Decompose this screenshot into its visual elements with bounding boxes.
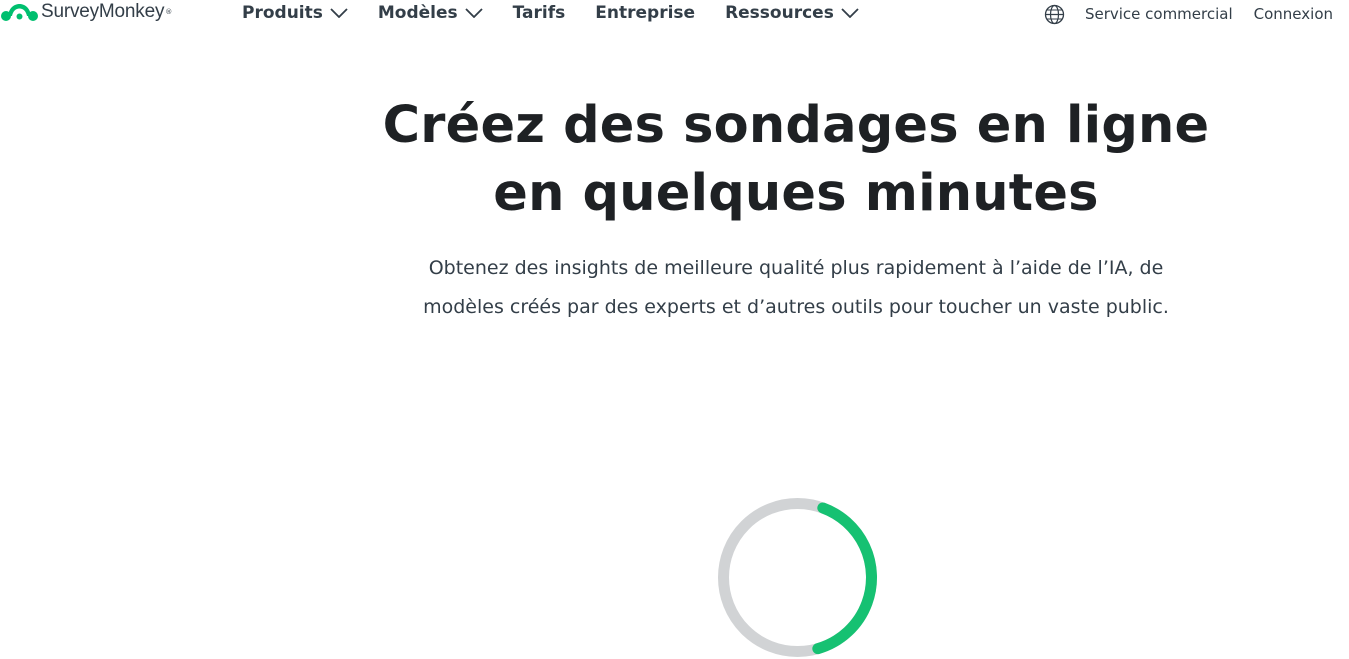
chevron-down-icon bbox=[841, 8, 859, 18]
hero-subtitle-line-1: Obtenez des insights de meilleure qualit… bbox=[428, 257, 1164, 279]
surveymonkey-logo-icon bbox=[1, 4, 38, 21]
login-link[interactable]: Connexion bbox=[1254, 3, 1333, 25]
nav-utilities: Service commercial Connexion bbox=[1044, 3, 1333, 25]
main-menu: Produits Modèles Tarifs Entreprise Resso… bbox=[242, 2, 889, 24]
hero-subtitle: Obtenez des insights de meilleure qualit… bbox=[376, 249, 1216, 327]
nav-item-label: Entreprise bbox=[595, 3, 696, 23]
hero-title-line-2: en quelques minutes bbox=[493, 164, 1099, 223]
sales-link[interactable]: Service commercial bbox=[1085, 3, 1233, 25]
spinner-progress-arc bbox=[718, 498, 877, 657]
hero-title: Créez des sondages en ligne en quelques … bbox=[346, 92, 1246, 228]
hero-subtitle-line-2: modèles créés par des experts et d’autre… bbox=[423, 296, 1169, 318]
nav-item-ressources[interactable]: Ressources bbox=[725, 2, 859, 24]
nav-item-modeles[interactable]: Modèles bbox=[378, 2, 483, 24]
nav-item-produits[interactable]: Produits bbox=[242, 2, 348, 24]
chevron-down-icon bbox=[330, 8, 348, 18]
brand-name: SurveyMonkey bbox=[41, 1, 165, 22]
nav-item-label: Produits bbox=[242, 3, 323, 23]
registered-mark: ® bbox=[165, 8, 173, 16]
loading-spinner-icon bbox=[718, 498, 877, 657]
brand-logo-link[interactable]: SurveyMonkey ® bbox=[0, 1, 172, 23]
nav-item-tarifs[interactable]: Tarifs bbox=[513, 2, 566, 24]
top-navbar: SurveyMonkey ® Produits Modèles Tarifs En… bbox=[0, 0, 1349, 30]
nav-item-label: Ressources bbox=[725, 3, 834, 23]
globe-icon[interactable] bbox=[1044, 4, 1065, 25]
hero-title-line-1: Créez des sondages en ligne bbox=[382, 96, 1210, 155]
chevron-down-icon bbox=[465, 8, 483, 18]
nav-item-label: Modèles bbox=[377, 3, 458, 23]
nav-item-entreprise[interactable]: Entreprise bbox=[595, 2, 695, 24]
nav-item-label: Tarifs bbox=[512, 3, 566, 23]
